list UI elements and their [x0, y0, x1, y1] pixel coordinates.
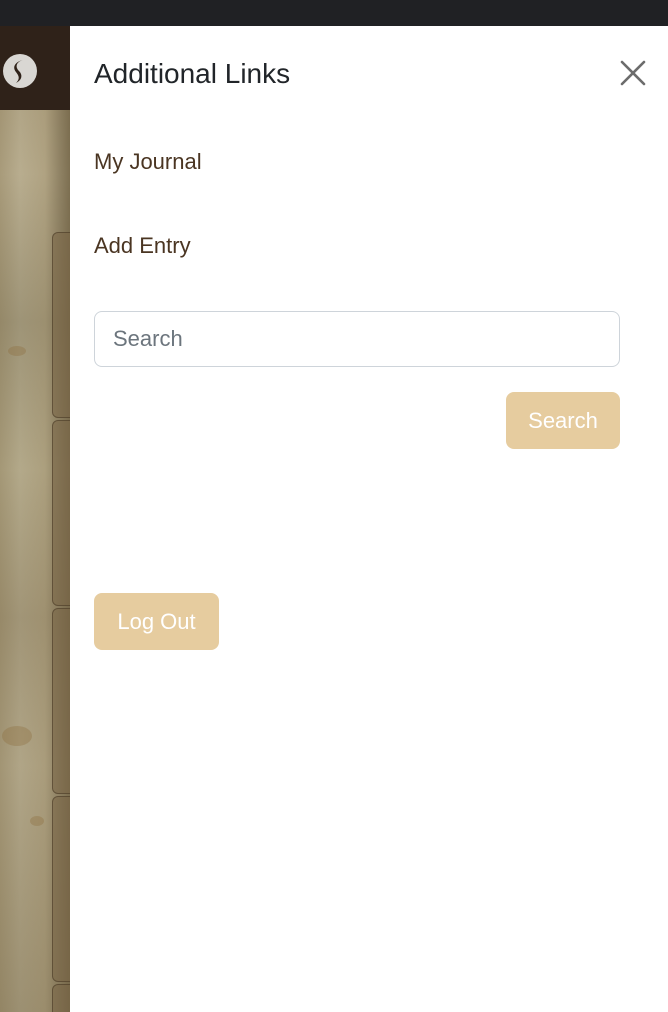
logout-button[interactable]: Log Out [94, 593, 219, 650]
background-card [52, 232, 70, 418]
background-card [52, 608, 70, 794]
site-navbar [0, 26, 70, 110]
background-card [52, 984, 70, 1012]
link-my-journal[interactable]: My Journal [94, 148, 202, 176]
offcanvas-panel: Additional Links My Journal Add Entry Se… [70, 26, 668, 1012]
link-add-entry[interactable]: Add Entry [94, 232, 191, 260]
close-icon [620, 60, 646, 86]
search-button[interactable]: Search [506, 392, 620, 449]
background-card [52, 420, 70, 606]
backdrop-stain [2, 726, 32, 746]
background-card [52, 796, 70, 982]
backdrop-stain [30, 816, 44, 826]
brand-logo-icon[interactable] [3, 54, 37, 88]
browser-top-bar [0, 0, 668, 26]
page-backdrop [0, 26, 70, 1012]
panel-title: Additional Links [94, 58, 291, 89]
backdrop-stain [8, 346, 26, 356]
search-input[interactable] [94, 311, 620, 367]
close-button[interactable] [614, 54, 652, 92]
